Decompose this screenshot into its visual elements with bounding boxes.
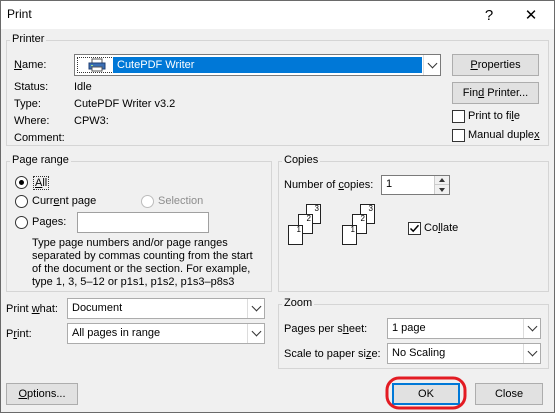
collate-illustration-1: 3 2 1 [284, 204, 334, 256]
printer-dropdown-arrow[interactable] [423, 55, 440, 75]
print-to-file-label: Print to file [468, 110, 520, 122]
all-label: All [33, 176, 50, 190]
arrow-up-icon [439, 178, 445, 182]
page-range-label: Page range [10, 154, 71, 166]
printer-icon [88, 58, 106, 72]
chevron-down-icon [527, 346, 537, 357]
collate-illustration-2: 3 2 1 [338, 204, 388, 256]
print-what-dropdown-arrow[interactable] [247, 299, 264, 318]
scale-select[interactable]: No Scaling [387, 343, 541, 364]
print-dialog: Print ? ✕ Printer Name: CutePDF Writer S… [0, 0, 555, 413]
printer-name-select[interactable]: CutePDF Writer [74, 54, 441, 76]
print-label: Print: [6, 328, 32, 340]
page-range-help-3: of the document or the section. For exam… [32, 263, 251, 275]
name-label: Name: [14, 59, 47, 71]
number-of-copies-label: Number of copies: [284, 179, 374, 191]
pages-per-sheet-dropdown-arrow[interactable] [523, 319, 540, 338]
selection-label: Selection [158, 195, 204, 207]
collate-label: Collate [424, 222, 459, 234]
zoom-label: Zoom [282, 297, 315, 309]
arrow-down-icon [439, 188, 445, 192]
pages-per-sheet-select[interactable]: 1 page [387, 318, 541, 339]
scale-label: Scale to paper size: [284, 348, 381, 360]
page-icon: 1 [342, 225, 357, 245]
page-range-help-2: separated by commas counting from the st… [32, 250, 253, 262]
chevron-down-icon [251, 326, 261, 337]
scale-value: No Scaling [392, 347, 446, 359]
status-label: Status: [14, 81, 49, 93]
copies-value: 1 [386, 178, 393, 190]
print-what-label: Print what: [6, 303, 58, 315]
type-label: Type: [14, 98, 41, 110]
selection-radio[interactable] [141, 195, 154, 208]
pages-input[interactable] [77, 212, 209, 233]
type-value: CutePDF Writer v3.2 [74, 98, 176, 110]
current-page-label: Current page [32, 195, 97, 207]
options-button[interactable]: Options... [6, 383, 78, 405]
pages-per-sheet-value: 1 page [392, 322, 426, 334]
title-bar: Print ? ✕ [1, 1, 554, 29]
page-range-help-1: Type page numbers and/or page ranges [32, 237, 228, 249]
print-value: All pages in range [72, 327, 161, 339]
copies-spinner[interactable]: 1 [381, 175, 450, 195]
where-label: Where: [14, 115, 50, 127]
scale-dropdown-arrow[interactable] [523, 344, 540, 363]
print-dropdown-arrow[interactable] [247, 324, 264, 343]
pages-radio[interactable] [15, 216, 28, 229]
ok-button[interactable]: OK [392, 383, 460, 405]
manual-duplex-checkbox[interactable] [452, 129, 465, 142]
collate-checkbox[interactable] [408, 222, 421, 235]
chevron-down-icon [427, 58, 437, 68]
help-icon[interactable]: ? [467, 2, 511, 28]
properties-button[interactable]: Properties [452, 54, 539, 76]
close-button[interactable]: Close [475, 383, 543, 405]
comment-label: Comment: [14, 132, 65, 144]
pages-label: Pages: [32, 216, 67, 228]
radio-selected-dot [19, 180, 24, 185]
manual-duplex-label: Manual duplex [468, 129, 540, 141]
print-to-file-checkbox[interactable] [452, 110, 465, 123]
print-what-select[interactable]: Document [67, 298, 265, 319]
find-printer-button[interactable]: Fin d Printer... [452, 82, 539, 104]
page-range-help-4: type 1, 3, 5–12 or p1s1, p1s2, p1s3–p8s3 [32, 276, 235, 288]
checkmark-icon [409, 224, 420, 233]
page-icon: 1 [288, 225, 303, 245]
print-what-value: Document [72, 302, 123, 314]
copies-label: Copies [282, 154, 321, 166]
printer-group-label: Printer [10, 33, 47, 45]
printer-name-value: CutePDF Writer [117, 59, 195, 71]
where-value: CPW3: [74, 115, 109, 127]
status-value: Idle [74, 81, 92, 93]
pages-per-sheet-label: Pages per sheet: [284, 323, 368, 335]
chevron-down-icon [251, 301, 261, 312]
all-radio[interactable] [15, 176, 28, 189]
copies-up-button[interactable] [434, 176, 449, 185]
close-icon[interactable]: ✕ [509, 2, 553, 28]
window-title: Print [7, 7, 32, 21]
copies-down-button[interactable] [434, 185, 449, 194]
current-page-radio[interactable] [15, 195, 28, 208]
chevron-down-icon [527, 321, 537, 332]
print-select[interactable]: All pages in range [67, 323, 265, 344]
